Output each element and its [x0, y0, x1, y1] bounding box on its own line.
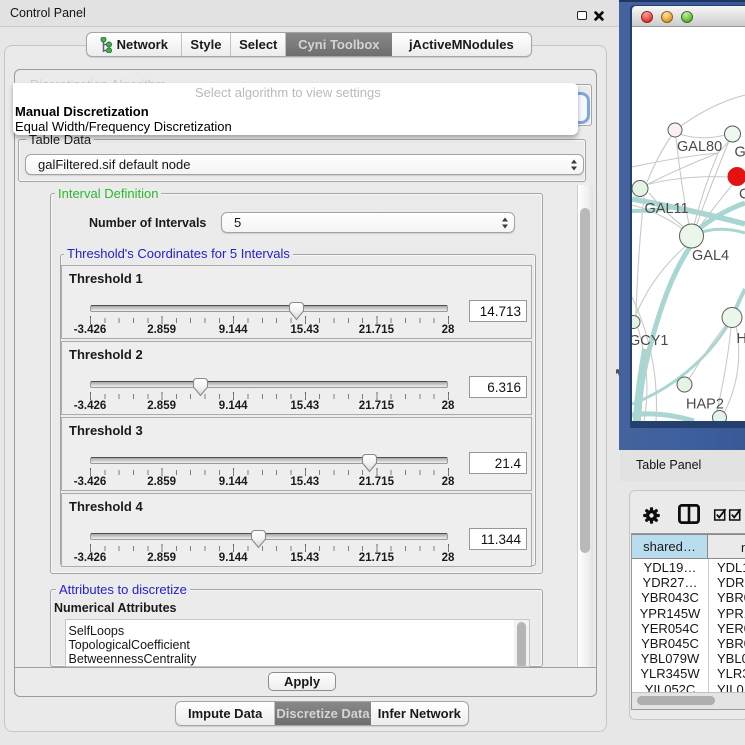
- svg-text:GAL80: GAL80: [677, 139, 722, 155]
- svg-text:GCY1: GCY1: [632, 333, 669, 349]
- svg-text:C: C: [739, 187, 745, 203]
- svg-text:GA: GA: [735, 145, 745, 161]
- svg-text:H: H: [737, 331, 745, 347]
- svg-text:GAL4: GAL4: [692, 248, 729, 264]
- svg-text:GAL11: GAL11: [645, 201, 689, 217]
- svg-text:HAP2: HAP2: [686, 397, 724, 413]
